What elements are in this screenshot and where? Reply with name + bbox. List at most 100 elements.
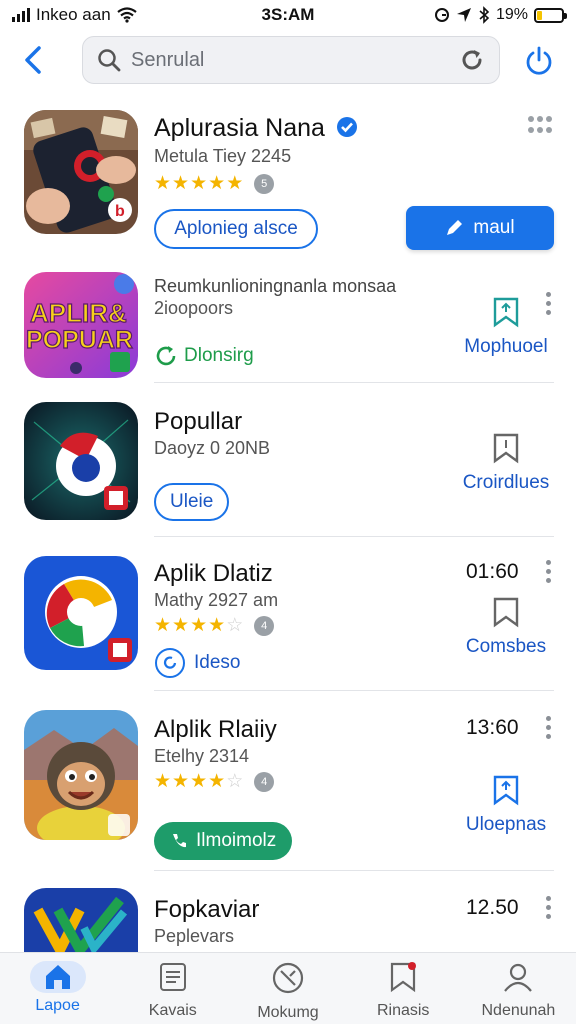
kebab-menu-icon[interactable] <box>538 716 558 739</box>
signal-icon <box>12 8 30 22</box>
app-subtitle: Mathy 2927 am <box>154 590 279 610</box>
star-icon: ★ <box>172 615 190 636</box>
install-button[interactable]: maul <box>406 206 554 250</box>
bottom-nav: Lapoe Kavais Mokumg Rinasis Ndenunah <box>0 952 576 1024</box>
svg-text:POPUAR: POPUAR <box>26 326 133 354</box>
nav-label: Rinasis <box>376 1002 430 1019</box>
app-time: 12.50 <box>466 896 519 919</box>
person-icon <box>502 961 534 998</box>
search-placeholder: Senrulal <box>131 48 205 71</box>
refresh-icon[interactable] <box>459 47 485 73</box>
nav-item-explore[interactable]: Mokumg <box>230 953 345 1024</box>
divider <box>154 870 554 871</box>
carrier-name: Inkeo aan <box>36 5 111 24</box>
phone-icon <box>173 834 186 848</box>
app-subtitle: Peplevars <box>154 926 235 946</box>
status-bar: Inkeo aan 3S:AM 19% <box>0 0 576 30</box>
save-action-label: Uloepnas <box>465 814 547 835</box>
star-icon: ★ <box>190 173 208 194</box>
battery-fill <box>537 10 542 20</box>
more-options-icon[interactable] <box>528 116 552 134</box>
app-tag-label: Dlonsirg <box>184 345 254 366</box>
back-button[interactable] <box>18 42 48 78</box>
nav-item-saved[interactable]: Rinasis <box>346 953 461 1024</box>
save-action[interactable]: Comsbes <box>446 596 566 658</box>
power-button[interactable] <box>520 42 558 80</box>
app-pill-button[interactable]: Ilmoimolz <box>154 822 293 860</box>
compass-icon <box>271 961 305 1000</box>
save-action-label: Mophuoel <box>464 336 548 357</box>
kebab-menu-icon[interactable] <box>538 560 558 583</box>
featured-outline-label: Aplonieg alsce <box>174 218 298 239</box>
bookmark-icon <box>493 297 519 328</box>
kebab-menu-icon[interactable] <box>538 896 558 919</box>
star-empty-icon: ☆ <box>226 615 244 636</box>
save-action[interactable]: Mophuoel <box>446 296 566 358</box>
nav-item-home[interactable]: Lapoe <box>0 953 115 1024</box>
app-icon-aplir-popuar: APLIR& POPUAR <box>24 272 138 378</box>
star-icon: ★ <box>226 173 244 194</box>
featured-title-text: Aplurasia Nana <box>154 114 325 142</box>
app-title: Aplik Dlatiz <box>154 560 273 587</box>
search-input[interactable]: Senrulal <box>82 36 500 84</box>
rating-count: 4 <box>254 771 275 792</box>
star-icon: ★ <box>190 771 208 792</box>
star-empty-icon: ☆ <box>226 771 244 792</box>
app-subtitle: Etelhy 2314 <box>154 746 250 766</box>
verified-icon <box>336 117 357 137</box>
app-pill-button[interactable]: Uleie <box>154 483 230 521</box>
nav-label: Kavais <box>148 1002 197 1019</box>
app-subtitle: 2ioopoors <box>154 298 234 318</box>
app-title: Alplik Rlaiiy <box>154 716 277 743</box>
app-title: Popullar <box>154 408 243 435</box>
star-icon: ★ <box>208 173 226 194</box>
nav-item-profile[interactable]: Ndenunah <box>461 953 576 1024</box>
chevron-left-icon <box>25 46 41 74</box>
bookmark-icon <box>388 961 418 998</box>
wifi-icon <box>117 7 137 23</box>
battery-percent: 19% <box>495 6 528 23</box>
nav-item-list[interactable]: Kavais <box>115 953 230 1024</box>
featured-app-icon: b <box>24 110 138 234</box>
divider <box>154 382 554 383</box>
featured-app-subtitle: Metula Tiey 2245 <box>154 146 292 166</box>
location-icon <box>456 8 471 22</box>
star-icon: ★ <box>154 771 172 792</box>
save-action-label: Croirdlues <box>462 472 550 493</box>
star-icon: ★ <box>154 615 172 636</box>
save-action-label: Comsbes <box>465 636 547 657</box>
bookmark-icon <box>493 775 519 806</box>
app-pill-button[interactable]: Ideso <box>154 646 241 680</box>
rating-count: 5 <box>254 173 275 194</box>
app-pill-label: Uleie <box>170 491 214 512</box>
star-icon: ★ <box>172 771 190 792</box>
search-row: Senrulal <box>0 36 576 86</box>
svg-text:APLIR&: APLIR& <box>30 298 127 328</box>
app-tag: Dlonsirg <box>154 344 254 368</box>
featured-rating: ★ ★ ★ ★ ★ 5 <box>154 172 275 195</box>
app-icon-alplik-rlaiiy <box>24 710 138 840</box>
svg-text:b: b <box>115 203 125 220</box>
featured-outline-button[interactable]: Aplonieg alsce <box>154 209 318 249</box>
app-pill-label: Ilmoimolz <box>196 830 277 851</box>
app-rating: ★ ★ ★ ★ ☆ 4 <box>154 614 275 637</box>
star-icon: ★ <box>154 173 172 194</box>
app-icon-aplik-dlatiz <box>24 556 138 670</box>
app-icon-popullar <box>24 402 138 520</box>
save-action[interactable]: Uloepnas <box>446 774 566 836</box>
app-subtitle: Daoyz 0 20NB <box>154 438 271 458</box>
nav-label: Ndenunah <box>481 1002 556 1019</box>
refresh-circle-icon <box>156 346 176 366</box>
power-icon <box>526 46 552 75</box>
app-title: Reumkunlioningnanla monsaa <box>154 276 397 296</box>
save-action[interactable]: Croirdlues <box>446 432 566 494</box>
star-icon: ★ <box>190 615 208 636</box>
app-time: 13:60 <box>466 716 519 739</box>
featured-app-title: Aplurasia Nana <box>154 114 358 143</box>
bookmark-icon <box>493 597 519 628</box>
battery-icon <box>534 7 567 23</box>
star-icon: ★ <box>208 771 226 792</box>
rating-count: 4 <box>254 615 275 636</box>
star-icon: ★ <box>208 615 226 636</box>
pencil-icon <box>447 220 463 235</box>
